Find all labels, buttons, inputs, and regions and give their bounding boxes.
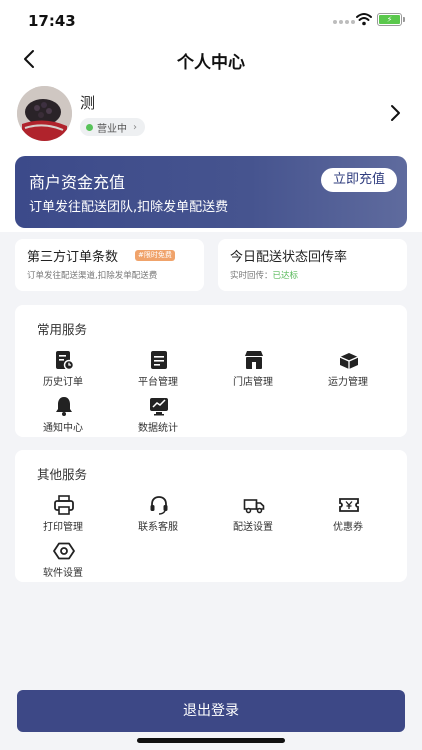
common-services-title: 常用服务 bbox=[37, 322, 88, 337]
delivery-rate-title: 今日配送状态回传率 bbox=[230, 250, 348, 265]
avatar bbox=[17, 86, 72, 141]
headset-icon bbox=[150, 496, 168, 515]
history-order-icon bbox=[56, 351, 75, 371]
signal-icon bbox=[333, 20, 355, 24]
service-software-settings[interactable]: 软件设置 bbox=[18, 540, 108, 580]
capacity-icon bbox=[339, 353, 359, 369]
logout-button[interactable]: 退出登录 bbox=[17, 690, 405, 732]
service-coupon[interactable]: 优惠券 bbox=[303, 494, 393, 534]
service-platform-management[interactable]: 平台管理 bbox=[113, 349, 203, 389]
status-dot bbox=[86, 123, 93, 131]
truck-icon bbox=[243, 499, 265, 514]
third-party-title: 第三方订单条数 bbox=[27, 250, 119, 265]
delivery-rate-card[interactable]: 今日配送状态回传率 实时回传：已达标 bbox=[218, 239, 407, 291]
store-name: 测 bbox=[80, 94, 96, 112]
third-party-order-card[interactable]: 第三方订单条数 #限时免费 订单发往配送渠道,扣除发单配送费 bbox=[15, 239, 204, 291]
free-badge: #限时免费 bbox=[135, 250, 175, 261]
bell-icon bbox=[56, 397, 72, 416]
nav-bar: 个人中心 bbox=[0, 40, 422, 78]
chevron-right-icon[interactable] bbox=[384, 102, 406, 124]
recharge-description: 订单发往配送团队,扣除发单配送费 bbox=[29, 200, 229, 215]
platform-management-icon bbox=[151, 351, 167, 369]
chart-icon bbox=[150, 398, 168, 416]
service-label: 通知中心 bbox=[43, 423, 83, 434]
common-services-section: 常用服务 历史订单 平台管理 门店管理 运力管理 通知中心 数据统计 bbox=[15, 305, 407, 437]
service-history-order[interactable]: 历史订单 bbox=[18, 349, 108, 389]
service-notification-center[interactable]: 通知中心 bbox=[18, 395, 108, 435]
service-label: 平台管理 bbox=[138, 377, 178, 388]
service-store-management[interactable]: 门店管理 bbox=[208, 349, 298, 389]
service-print-management[interactable]: 打印管理 bbox=[18, 494, 108, 534]
battery-charging-icon: ⚡ bbox=[377, 13, 405, 26]
service-delivery-settings[interactable]: 配送设置 bbox=[208, 494, 298, 534]
delivery-rate-label: 实时回传： bbox=[230, 271, 273, 281]
service-label: 联系客服 bbox=[138, 522, 178, 533]
chevron-right-small-icon: › bbox=[133, 121, 137, 133]
service-contact-support[interactable]: 联系客服 bbox=[113, 494, 203, 534]
service-label: 运力管理 bbox=[328, 377, 368, 388]
store-icon bbox=[245, 351, 263, 369]
business-status-label: 营业中 bbox=[97, 123, 127, 135]
status-bar: 17:43 ⚡ bbox=[0, 0, 422, 40]
printer-icon bbox=[54, 495, 74, 515]
profile-row[interactable]: 测 营业中 › bbox=[0, 86, 422, 142]
page-title: 个人中心 bbox=[177, 53, 245, 73]
home-indicator bbox=[137, 738, 285, 743]
settings-icon bbox=[53, 542, 75, 560]
delivery-rate-status: 实时回传：已达标 bbox=[230, 269, 298, 281]
third-party-description: 订单发往配送渠道,扣除发单配送费 bbox=[27, 271, 158, 281]
service-label: 配送设置 bbox=[233, 522, 273, 533]
service-capacity-management[interactable]: 运力管理 bbox=[303, 349, 393, 389]
service-label: 优惠券 bbox=[333, 522, 363, 533]
recharge-button[interactable]: 立即充值 bbox=[320, 168, 397, 192]
service-data-statistics[interactable]: 数据统计 bbox=[113, 395, 203, 435]
service-label: 数据统计 bbox=[138, 423, 178, 434]
service-label: 软件设置 bbox=[43, 568, 83, 579]
business-status-pill[interactable]: 营业中 › bbox=[80, 118, 145, 136]
other-services-section: 其他服务 打印管理 联系客服 配送设置 优惠券 软件设置 bbox=[15, 450, 407, 582]
service-label: 打印管理 bbox=[43, 522, 83, 533]
recharge-title: 商户资金充值 bbox=[29, 173, 126, 192]
recharge-banner: 商户资金充值 订单发往配送团队,扣除发单配送费 立即充值 bbox=[15, 156, 407, 228]
delivery-rate-value: 已达标 bbox=[272, 271, 299, 281]
wifi-icon bbox=[356, 13, 372, 26]
status-time: 17:43 bbox=[28, 12, 76, 30]
other-services-title: 其他服务 bbox=[37, 467, 88, 482]
service-label: 历史订单 bbox=[43, 377, 83, 388]
coupon-icon bbox=[339, 498, 359, 512]
service-label: 门店管理 bbox=[233, 377, 273, 388]
